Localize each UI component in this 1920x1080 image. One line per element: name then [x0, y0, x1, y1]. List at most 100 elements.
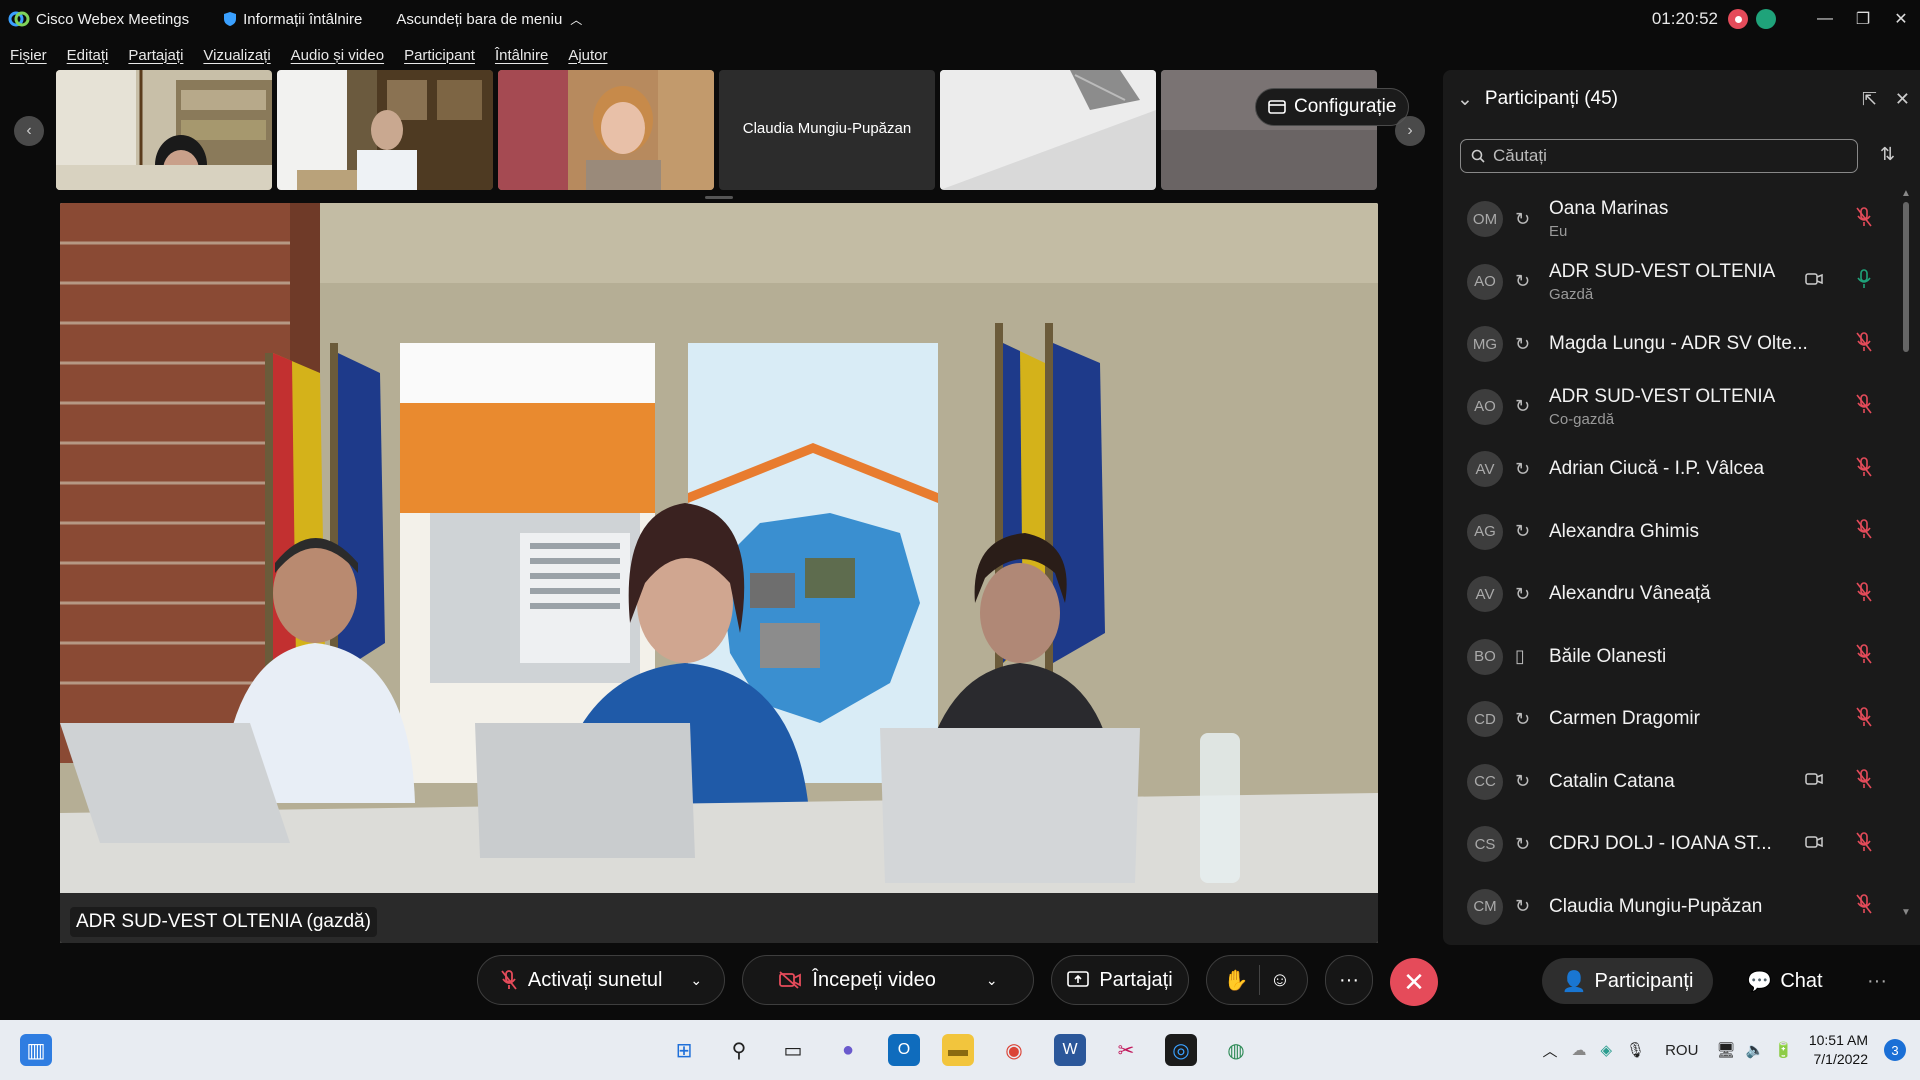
menu-edit[interactable]: Editați: [67, 47, 109, 64]
mic-muted-icon[interactable]: [1856, 519, 1872, 544]
participants-toggle-button[interactable]: 👤 Participanți: [1542, 958, 1713, 1004]
mic-muted-icon[interactable]: [1856, 206, 1872, 232]
scroll-up-icon[interactable]: ▲: [1901, 188, 1911, 199]
word-icon[interactable]: W: [1054, 1034, 1086, 1066]
video-options-chevron-icon[interactable]: ⌄: [986, 972, 998, 989]
participant-row[interactable]: CM ↻ Claudia Mungiu-Pupăzan: [1443, 876, 1903, 939]
popout-icon[interactable]: ⇱: [1862, 89, 1877, 110]
leave-meeting-button[interactable]: ✕: [1390, 958, 1438, 1006]
audio-options-chevron-icon[interactable]: ⌄: [690, 972, 702, 989]
participant-row[interactable]: CD ↻ Carmen Dragomir: [1443, 688, 1903, 751]
outlook-icon[interactable]: O: [888, 1034, 920, 1066]
participant-row[interactable]: BO ▯ Băile Olanesti: [1443, 626, 1903, 689]
mic-muted-icon[interactable]: [1856, 581, 1872, 607]
share-button[interactable]: Partajați: [1051, 955, 1189, 1005]
participant-row[interactable]: CC ↻ Catalin Catana: [1443, 751, 1903, 814]
notification-badge[interactable]: 3: [1884, 1039, 1906, 1061]
panel-more-button[interactable]: ···: [1862, 958, 1892, 1004]
globe-app-icon[interactable]: ◍: [1220, 1034, 1252, 1066]
mic-muted-icon[interactable]: [1856, 769, 1872, 794]
mic-muted-icon[interactable]: [1856, 831, 1872, 857]
mic-muted-icon[interactable]: [1856, 706, 1872, 732]
hide-menu-button[interactable]: Ascundeți bara de meniu ︿: [396, 11, 582, 28]
menu-help[interactable]: Ajutor: [568, 47, 607, 64]
clock-date: 7/1/2022: [1813, 1051, 1869, 1067]
menu-participant[interactable]: Participant: [404, 47, 475, 64]
filmstrip-next-button[interactable]: ›: [1395, 116, 1425, 146]
microphone-icon[interactable]: 🎙: [1626, 1041, 1645, 1059]
menu-audio-video[interactable]: Audio și video: [291, 47, 384, 64]
mic-muted-icon[interactable]: [1856, 394, 1872, 419]
camera-icon: [1805, 835, 1823, 854]
avatar: OM: [1467, 201, 1503, 238]
participant-row[interactable]: AV ↻ Alexandru Vâneață: [1443, 563, 1903, 626]
network-health-icon[interactable]: [1756, 9, 1776, 29]
menu-file[interactable]: Fișier: [10, 47, 47, 64]
menu-view[interactable]: Vizualizați: [203, 47, 270, 64]
tray-app-icon[interactable]: ◈: [1600, 1041, 1612, 1059]
participant-row[interactable]: MG ↻ Magda Lungu - ADR SV Olte...: [1443, 313, 1903, 376]
menu-share[interactable]: Partajați: [128, 47, 183, 64]
filmstrip-resize-handle[interactable]: [705, 196, 733, 199]
minimize-icon[interactable]: —: [1806, 0, 1844, 38]
participant-row[interactable]: AG ↻ Alexandra Ghimis: [1443, 501, 1903, 564]
meeting-controls: Activați sunetul ⌄ Începeți video ⌄ Part…: [0, 955, 1920, 1010]
recording-icon[interactable]: [1728, 9, 1748, 29]
participant-video-tile[interactable]: [277, 70, 493, 190]
participant-row[interactable]: CS ↻ CDRJ DOLJ - IOANA ST...: [1443, 813, 1903, 876]
widgets-icon[interactable]: ▥: [20, 1034, 52, 1066]
webex-taskbar-icon[interactable]: ◎: [1165, 1034, 1197, 1066]
filmstrip-prev-button[interactable]: ‹: [14, 116, 44, 146]
snipping-tool-icon[interactable]: ✂: [1110, 1034, 1142, 1066]
network-icon[interactable]: 🖥: [1716, 1041, 1735, 1059]
task-view-icon[interactable]: ▭: [777, 1034, 809, 1066]
participant-search-input[interactable]: [1493, 146, 1833, 166]
start-menu-icon[interactable]: ⊞: [668, 1034, 700, 1066]
mic-muted-icon[interactable]: [1856, 331, 1872, 357]
scroll-down-icon[interactable]: ▼: [1901, 907, 1911, 918]
camera-icon: [1805, 272, 1823, 291]
participant-tile-name: Claudia Mungiu-Pupăzan: [742, 120, 912, 137]
participant-row[interactable]: AV ↻ Adrian Ciucă - I.P. Vâlcea: [1443, 438, 1903, 501]
volume-icon[interactable]: 🔈: [1745, 1041, 1764, 1059]
meeting-info-button[interactable]: Informații întâlnire: [223, 11, 362, 28]
teams-chat-icon[interactable]: ●: [832, 1034, 864, 1066]
more-options-button[interactable]: ···: [1325, 955, 1373, 1005]
mic-muted-icon[interactable]: [1856, 644, 1872, 669]
battery-icon[interactable]: 🔋: [1774, 1041, 1793, 1059]
participant-row[interactable]: AO ↻ ADR SUD-VEST OLTENIA Co-gazdă: [1443, 376, 1903, 439]
participant-list-scrollbar[interactable]: ▲ ▼: [1901, 188, 1911, 918]
sort-icon[interactable]: ⇅: [1880, 144, 1895, 165]
participant-video-tile[interactable]: [940, 70, 1156, 190]
mic-active-icon[interactable]: [1856, 269, 1872, 294]
tray-app-icon[interactable]: ☁: [1571, 1041, 1586, 1059]
raise-hand-icon[interactable]: ✋: [1224, 968, 1249, 993]
mic-muted-icon[interactable]: [1856, 894, 1872, 919]
participant-video-tile[interactable]: [56, 70, 272, 190]
participant-row[interactable]: AO ↻ ADR SUD-VEST OLTENIA Gazdă: [1443, 251, 1903, 314]
unmute-button[interactable]: Activați sunetul ⌄: [477, 955, 725, 1005]
reactions-icon[interactable]: ☺: [1270, 969, 1290, 992]
participant-video-tile[interactable]: [498, 70, 714, 190]
layout-button[interactable]: Configurație: [1255, 88, 1410, 126]
keyboard-language[interactable]: ROU: [1665, 1042, 1698, 1059]
participant-name-tile[interactable]: Claudia Mungiu-Pupăzan: [719, 70, 935, 190]
search-icon[interactable]: ⚲: [723, 1034, 755, 1066]
start-video-button[interactable]: Începeți video ⌄: [742, 955, 1034, 1005]
file-explorer-icon[interactable]: ▬: [942, 1034, 974, 1066]
restore-icon[interactable]: ❐: [1844, 0, 1882, 38]
participant-search[interactable]: [1460, 139, 1858, 173]
mic-muted-icon[interactable]: [1856, 456, 1872, 482]
collapse-chevron-icon[interactable]: ⌄: [1457, 88, 1473, 111]
scrollbar-thumb[interactable]: [1903, 202, 1909, 352]
close-panel-icon[interactable]: ✕: [1895, 89, 1910, 110]
menu-bar: Fișier Editați Partajați Vizualizați Aud…: [0, 40, 618, 70]
active-speaker-video[interactable]: ADR SUD-VEST OLTENIA (gazdă): [60, 203, 1378, 943]
close-window-icon[interactable]: ✕: [1882, 0, 1920, 38]
clock[interactable]: 10:51 AM 7/1/2022: [1809, 1031, 1868, 1069]
chrome-icon[interactable]: ◉: [998, 1034, 1030, 1066]
menu-meeting[interactable]: Întâlnire: [495, 47, 548, 64]
chat-toggle-button[interactable]: 💬 Chat: [1730, 958, 1840, 1004]
participant-row[interactable]: OM ↻ Oana Marinas Eu: [1443, 188, 1903, 251]
show-hidden-icons-chevron-icon[interactable]: ︿: [1542, 1040, 1557, 1061]
